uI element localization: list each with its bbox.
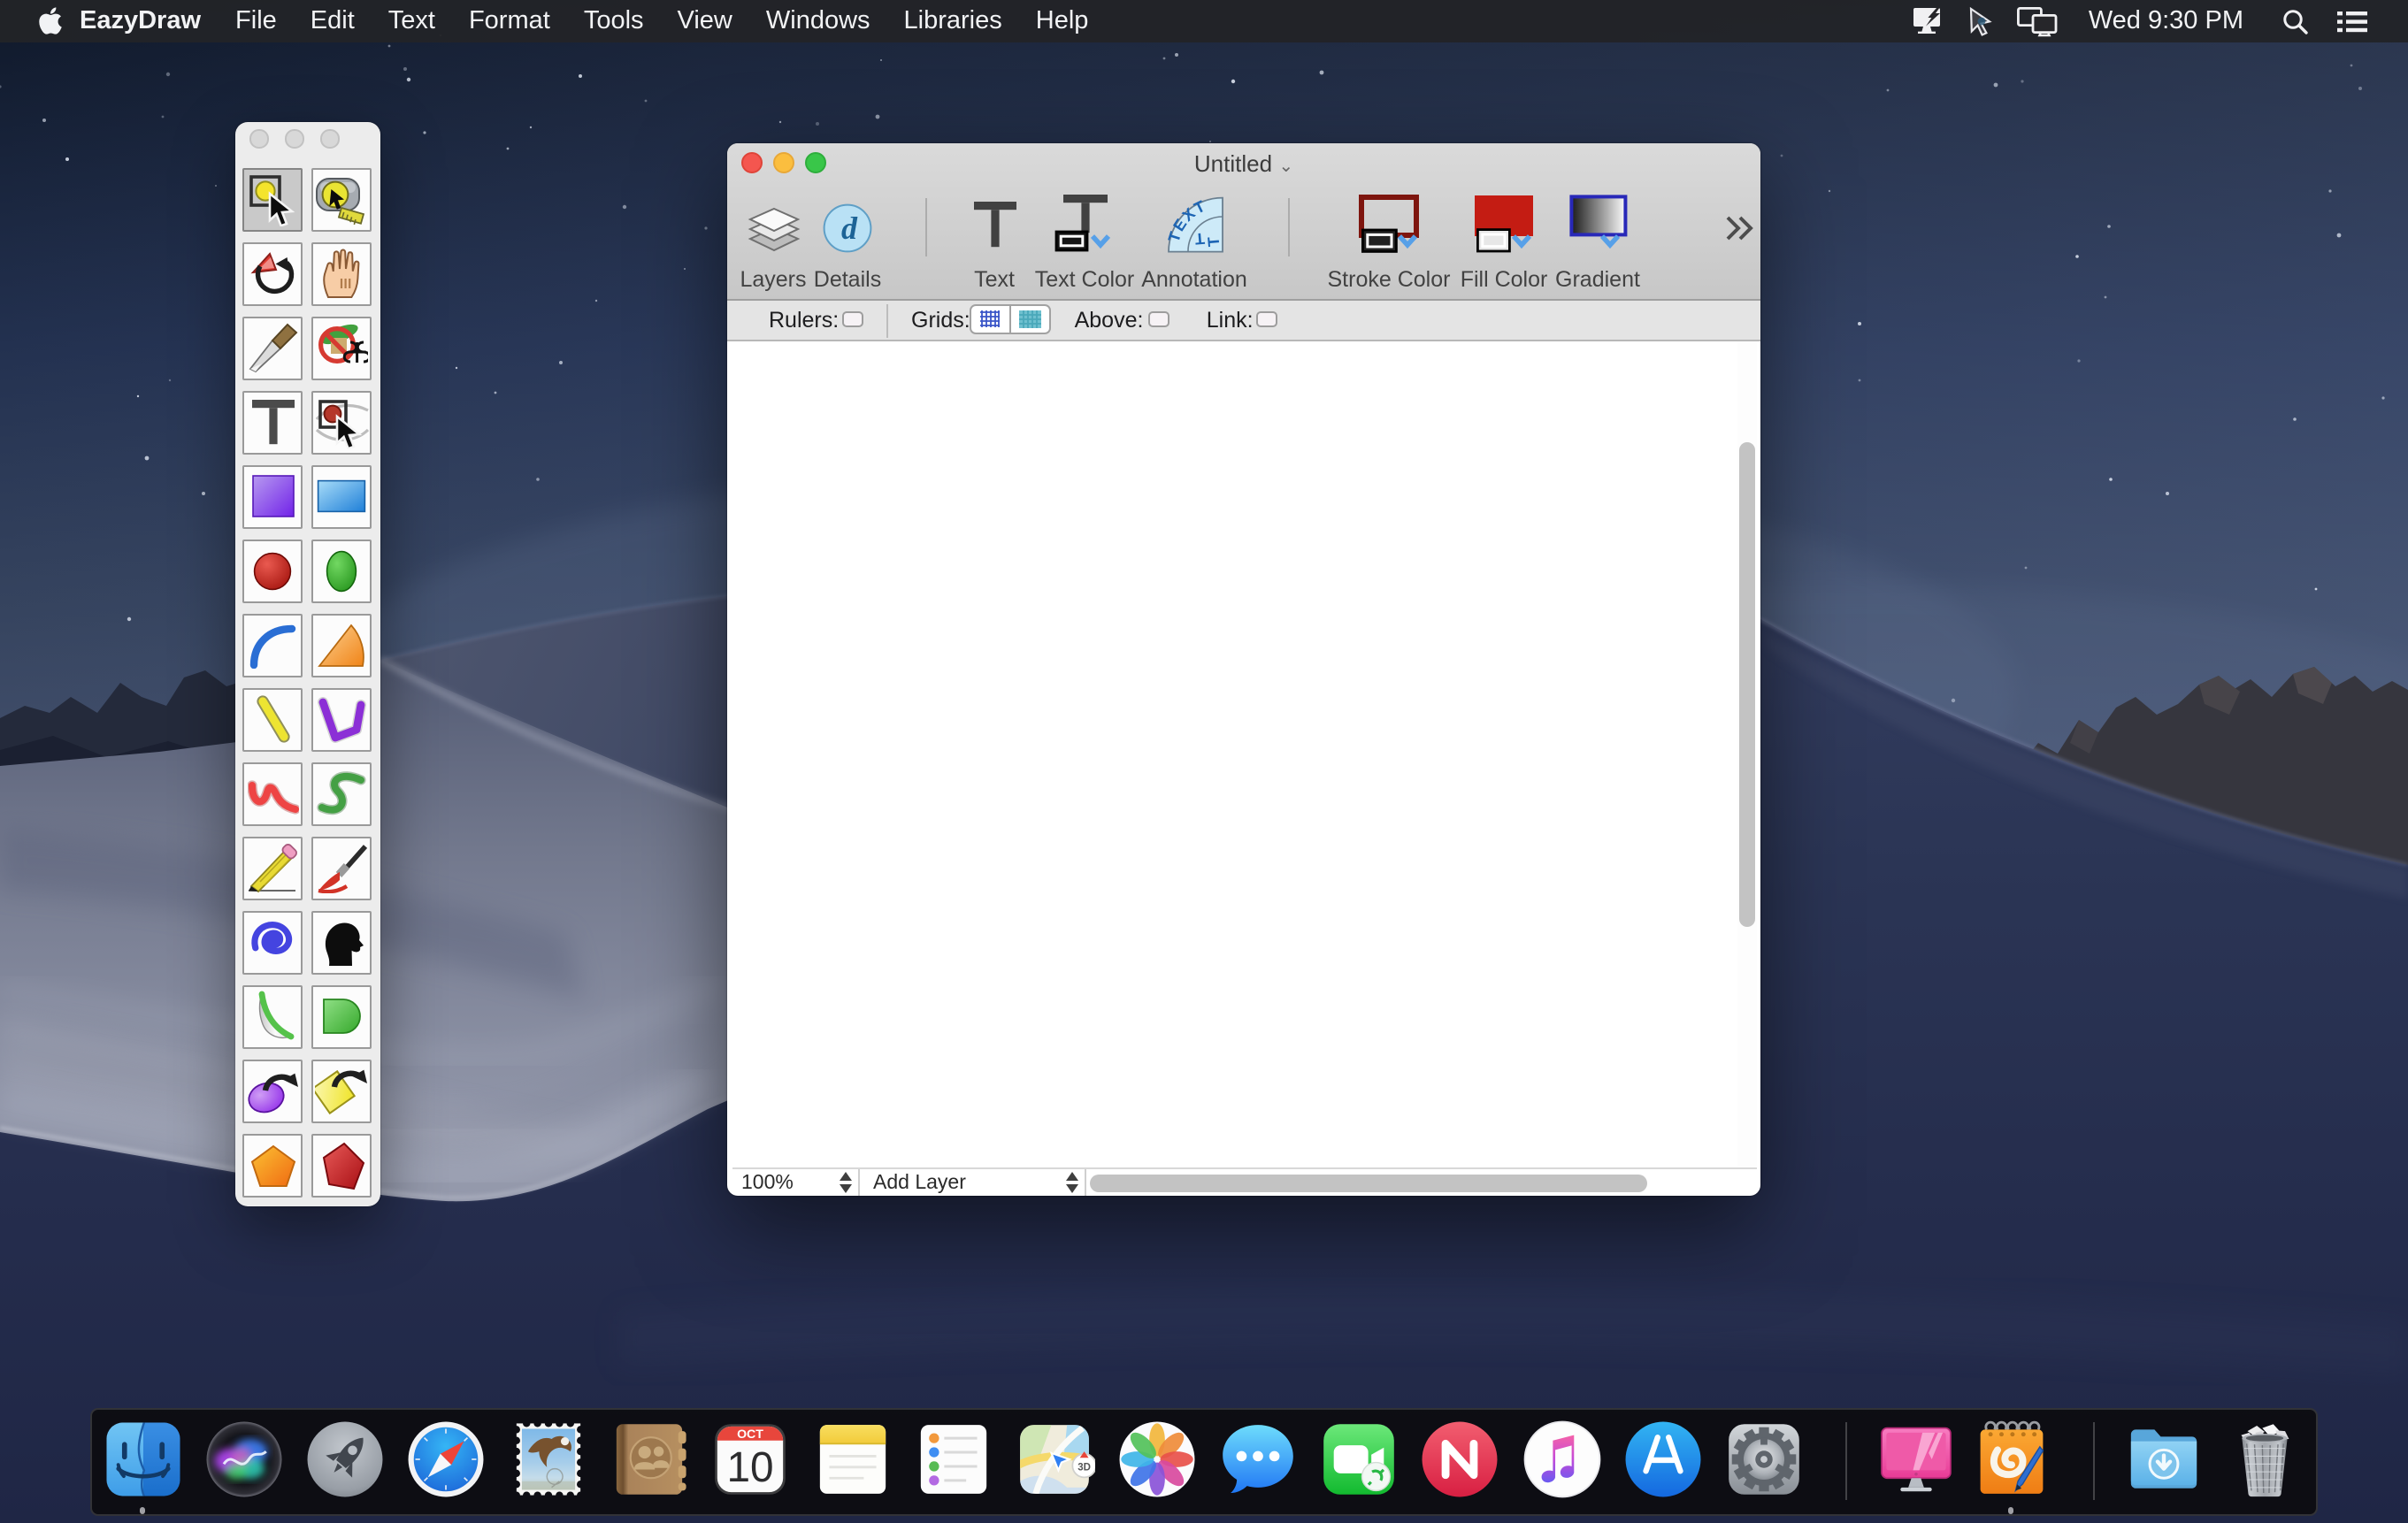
svg-text:T: T [1204,236,1223,248]
svg-text:OCT: OCT [738,1427,764,1442]
svg-text:10: 10 [727,1444,774,1491]
svg-text:3D: 3D [1078,1463,1092,1473]
svg-text:d: d [841,210,858,246]
